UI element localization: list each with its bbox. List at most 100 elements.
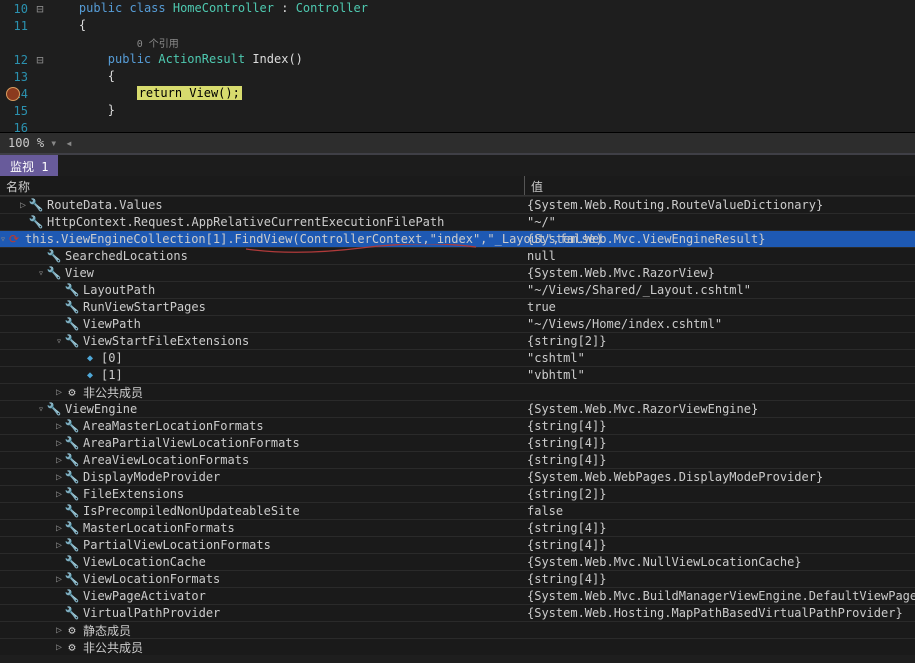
expand-icon[interactable]: ▿ (54, 336, 64, 347)
zoom-dropdown-icon[interactable]: ▾ (48, 136, 59, 150)
watch-row[interactable]: ▷🔧AreaViewLocationFormats{string[4]} (0, 451, 915, 468)
code-line[interactable]: 10⊟ public class HomeController : Contro… (0, 0, 915, 17)
expand-icon[interactable]: ▿ (36, 404, 46, 415)
zoom-left-icon[interactable]: ◂ (63, 136, 74, 150)
code-text[interactable]: public class HomeController : Controller (46, 1, 368, 16)
code-line[interactable]: 11 { (0, 17, 915, 34)
wrench-icon: 🔧 (64, 537, 80, 553)
watch-row[interactable]: ▷🔧DisplayModeProvider{System.Web.WebPage… (0, 468, 915, 485)
wrench-icon: 🔧 (64, 503, 80, 519)
watch-row[interactable]: ◆[1]"vbhtml" (0, 366, 915, 383)
watch-row[interactable]: 🔧ViewPath"~/Views/Home/index.cshtml" (0, 315, 915, 332)
code-line[interactable]: 16 (0, 119, 915, 136)
watch-row[interactable]: ▿🔧ViewStartFileExtensions{string[2]} (0, 332, 915, 349)
expand-icon[interactable]: ▷ (54, 523, 64, 534)
watch-row[interactable]: ▿⟳this.ViewEngineCollection[1].FindView(… (0, 230, 915, 247)
fold-icon[interactable]: ⊟ (34, 2, 46, 16)
watch-name: ViewStartFileExtensions (83, 334, 249, 348)
watch-value: {System.Web.Routing.RouteValueDictionary… (525, 198, 915, 212)
watch-name: HttpContext.Request.AppRelativeCurrentEx… (47, 215, 444, 229)
watch-name: View (65, 266, 94, 280)
watch-row[interactable]: 🔧VirtualPathProvider{System.Web.Hosting.… (0, 604, 915, 621)
line-number: 10 (0, 2, 34, 16)
watch-value: true (525, 300, 915, 314)
wrench-icon: 🔧 (64, 571, 80, 587)
watch-panel-tabs: 监视 1 (0, 154, 915, 176)
line-number: 16 (0, 121, 34, 135)
watch-grid-header: 名称 值 (0, 176, 915, 196)
watch-value: {string[2]} (525, 334, 915, 348)
watch-row[interactable]: ▷🔧AreaPartialViewLocationFormats{string[… (0, 434, 915, 451)
code-line[interactable]: 14 return View(); (0, 85, 915, 102)
watch-row[interactable]: ▷🔧RouteData.Values{System.Web.Routing.Ro… (0, 196, 915, 213)
watch-name: this.ViewEngineCollection[1].FindView(Co… (25, 232, 603, 246)
watch-name: ViewPath (83, 317, 141, 331)
line-number: 11 (0, 19, 34, 33)
watch-row[interactable]: ▷🔧PartialViewLocationFormats {string[4]} (0, 536, 915, 553)
watch-name: 非公共成员 (83, 639, 143, 656)
wrench-icon: 🔧 (64, 469, 80, 485)
code-text[interactable]: 0 个引用 (46, 35, 179, 51)
zoom-level[interactable]: 100 % (4, 136, 48, 150)
wrench-icon: 🔧 (46, 401, 62, 417)
code-text[interactable]: public ActionResult Index() (46, 52, 303, 67)
watch-name: ViewPageActivator (83, 589, 206, 603)
expand-icon[interactable]: ▷ (54, 387, 64, 398)
watch-grid: 名称 值 ▷🔧RouteData.Values{System.Web.Routi… (0, 176, 915, 655)
watch-row[interactable]: ▷⚙非公共成员 (0, 638, 915, 655)
expand-icon[interactable]: ▷ (54, 642, 64, 653)
gear-icon: ⚙ (64, 384, 80, 400)
watch-name: PartialViewLocationFormats (83, 538, 271, 552)
fold-icon[interactable]: ⊟ (34, 53, 46, 67)
code-line[interactable]: 15 } (0, 102, 915, 119)
code-text[interactable]: { (46, 18, 86, 33)
watch-row[interactable]: ▷🔧ViewLocationFormats{string[4]} (0, 570, 915, 587)
wrench-icon: 🔧 (64, 486, 80, 502)
code-editor[interactable]: 10⊟ public class HomeController : Contro… (0, 0, 915, 132)
watch-row[interactable]: 🔧ViewPageActivator{System.Web.Mvc.BuildM… (0, 587, 915, 604)
watch-row[interactable]: ▷🔧MasterLocationFormats{string[4]} (0, 519, 915, 536)
breakpoint-icon[interactable] (6, 87, 20, 101)
code-text[interactable]: return View(); (46, 86, 242, 101)
code-line[interactable]: 12⊟ public ActionResult Index() (0, 51, 915, 68)
watch-row[interactable]: 🔧RunViewStartPagestrue (0, 298, 915, 315)
watch-value: {string[4]} (525, 453, 915, 467)
expand-icon[interactable]: ▷ (54, 574, 64, 585)
tab-watch1[interactable]: 监视 1 (0, 155, 58, 176)
expand-icon[interactable]: ▷ (18, 200, 28, 211)
code-text[interactable]: } (46, 103, 115, 118)
watch-row[interactable]: ▿🔧View{System.Web.Mvc.RazorView} (0, 264, 915, 281)
expand-icon[interactable]: ▷ (54, 489, 64, 500)
expand-icon[interactable]: ▷ (54, 472, 64, 483)
code-line[interactable]: 0 个引用 (0, 34, 915, 51)
watch-row[interactable]: ▷🔧AreaMasterLocationFormats{string[4]} (0, 417, 915, 434)
watch-row[interactable]: 🔧IsPrecompiledNonUpdateableSitefalse (0, 502, 915, 519)
refresh-icon: ⟳ (6, 231, 22, 247)
expand-icon[interactable]: ▷ (54, 540, 64, 551)
watch-row[interactable]: 🔧SearchedLocationsnull (0, 247, 915, 264)
watch-name: IsPrecompiledNonUpdateableSite (83, 504, 300, 518)
horizontal-scrollbar[interactable] (83, 138, 911, 148)
expand-icon[interactable]: ▷ (54, 625, 64, 636)
watch-row[interactable]: ▿🔧ViewEngine{System.Web.Mvc.RazorViewEng… (0, 400, 915, 417)
expand-icon[interactable]: ▷ (54, 438, 64, 449)
watch-row[interactable]: ◆[0]"cshtml" (0, 349, 915, 366)
column-header-name[interactable]: 名称 (0, 176, 525, 195)
watch-row[interactable]: 🔧HttpContext.Request.AppRelativeCurrentE… (0, 213, 915, 230)
expand-icon[interactable]: ▿ (36, 268, 46, 279)
code-text[interactable]: { (46, 69, 115, 84)
line-number: 13 (0, 70, 34, 84)
watch-row[interactable]: 🔧LayoutPath"~/Views/Shared/_Layout.cshtm… (0, 281, 915, 298)
expand-icon[interactable]: ▷ (54, 421, 64, 432)
code-line[interactable]: 13 { (0, 68, 915, 85)
watch-row[interactable]: ▷⚙非公共成员 (0, 383, 915, 400)
codelens-references[interactable]: 0 个引用 (137, 39, 179, 50)
expand-icon[interactable]: ▷ (54, 455, 64, 466)
watch-row[interactable]: ▷🔧FileExtensions{string[2]} (0, 485, 915, 502)
wrench-icon: 🔧 (64, 605, 80, 621)
watch-row[interactable]: 🔧ViewLocationCache{System.Web.Mvc.NullVi… (0, 553, 915, 570)
watch-row[interactable]: ▷⚙静态成员 (0, 621, 915, 638)
watch-value: {System.Web.Mvc.RazorViewEngine} (525, 402, 915, 416)
watch-value: {string[4]} (525, 538, 915, 552)
column-header-value[interactable]: 值 (525, 176, 915, 195)
